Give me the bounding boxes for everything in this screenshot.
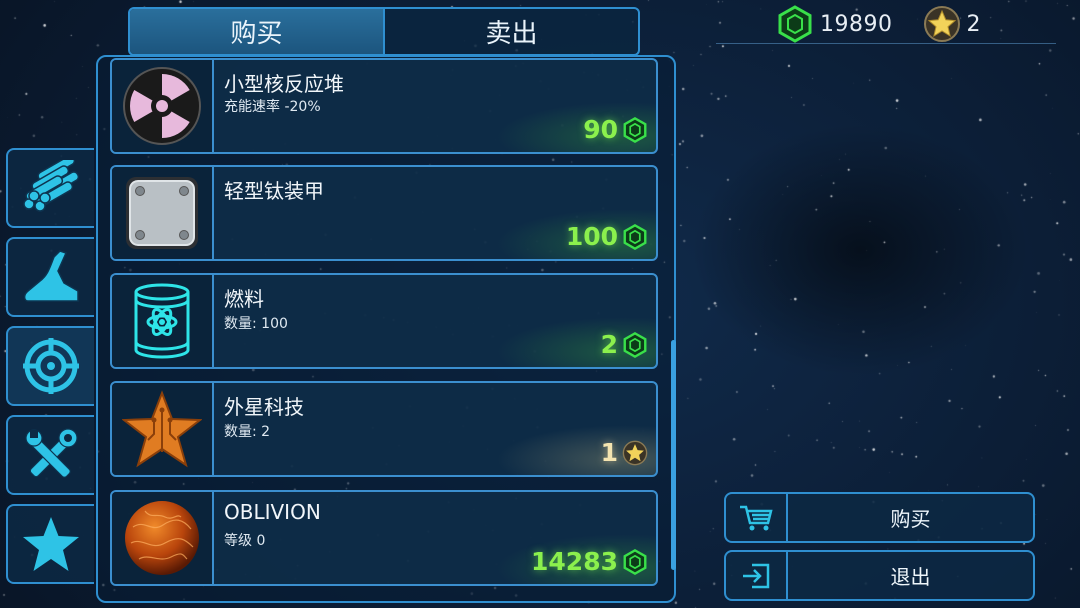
list-item-oblivion[interactable]: OBLIVION 等级 0 14283 bbox=[110, 490, 658, 586]
star-icon bbox=[23, 517, 79, 571]
price-value: 1 bbox=[600, 438, 618, 467]
item-desc: 数量: 2 bbox=[224, 424, 271, 440]
exit-button-label: 退出 bbox=[890, 565, 931, 589]
scrollbar[interactable] bbox=[671, 340, 676, 570]
price-value: 2 bbox=[600, 330, 618, 359]
oblivion-sphere-icon bbox=[125, 501, 199, 575]
item-price: 2 bbox=[601, 330, 648, 359]
list-item-fuel[interactable]: 燃料 数量: 100 2 bbox=[110, 273, 658, 369]
exit-icon bbox=[726, 552, 788, 599]
item-name: 小型核反应堆 bbox=[224, 72, 344, 96]
category-hulls[interactable] bbox=[6, 237, 94, 317]
list-item-alien-tech[interactable]: 外星科技 数量: 2 1 bbox=[110, 381, 658, 477]
tools-icon bbox=[25, 428, 78, 478]
price-value: 100 bbox=[565, 222, 618, 251]
tab-sell[interactable]: 卖出 bbox=[383, 9, 638, 54]
credits-value: 19890 bbox=[820, 11, 893, 37]
hull-ship-icon bbox=[23, 250, 79, 302]
category-weapons[interactable] bbox=[6, 326, 94, 406]
fuel-barrel-icon bbox=[134, 283, 190, 359]
category-tools[interactable] bbox=[6, 415, 94, 495]
buy-button[interactable]: 购买 bbox=[724, 492, 1035, 543]
item-thumb bbox=[112, 492, 214, 584]
crosshair-icon bbox=[23, 338, 79, 394]
item-thumb bbox=[112, 167, 214, 259]
gold-star-icon bbox=[622, 440, 648, 465]
item-desc: 充能速率 -20% bbox=[224, 99, 321, 115]
item-price: 1 bbox=[601, 438, 648, 467]
list-item-light-titanium-armor[interactable]: 轻型钛装甲 100 bbox=[110, 165, 658, 261]
green-cube-icon bbox=[623, 548, 647, 575]
price-value: 90 bbox=[583, 115, 618, 144]
green-cube-icon bbox=[778, 5, 812, 43]
item-desc: 等级 0 bbox=[224, 533, 266, 549]
category-special[interactable] bbox=[6, 504, 94, 584]
green-cube-icon bbox=[623, 223, 647, 250]
currency-divider bbox=[716, 43, 1056, 44]
currency-display: 19890 2 bbox=[776, 4, 981, 44]
pipes-icon bbox=[23, 160, 80, 212]
radiation-icon bbox=[123, 67, 201, 145]
item-price: 100 bbox=[566, 222, 648, 251]
item-name: 轻型钛装甲 bbox=[224, 179, 324, 203]
item-name: 燃料 bbox=[224, 287, 264, 311]
item-price: 14283 bbox=[531, 547, 648, 576]
stars-value: 2 bbox=[966, 11, 981, 37]
green-cube-icon bbox=[623, 331, 647, 358]
armor-plate-icon bbox=[126, 177, 198, 249]
gold-star-icon bbox=[923, 6, 960, 42]
tab-buy[interactable]: 购买 bbox=[130, 9, 383, 54]
alien-tech-star-icon bbox=[122, 390, 202, 468]
cart-icon bbox=[726, 494, 788, 541]
item-desc: 数量: 100 bbox=[224, 316, 288, 332]
item-thumb bbox=[112, 275, 214, 367]
item-name: OBLIVION bbox=[224, 500, 321, 524]
category-materials[interactable] bbox=[6, 148, 94, 228]
item-thumb bbox=[112, 383, 214, 475]
buy-button-label: 购买 bbox=[890, 507, 931, 531]
price-value: 14283 bbox=[531, 547, 618, 576]
item-name: 外星科技 bbox=[224, 395, 304, 419]
list-item-small-reactor[interactable]: 小型核反应堆 充能速率 -20% 90 bbox=[110, 58, 658, 154]
item-price: 90 bbox=[583, 115, 648, 144]
exit-button[interactable]: 退出 bbox=[724, 550, 1035, 601]
item-thumb bbox=[112, 60, 214, 152]
green-cube-icon bbox=[623, 116, 647, 143]
buy-sell-tabs: 购买 卖出 bbox=[128, 7, 640, 56]
